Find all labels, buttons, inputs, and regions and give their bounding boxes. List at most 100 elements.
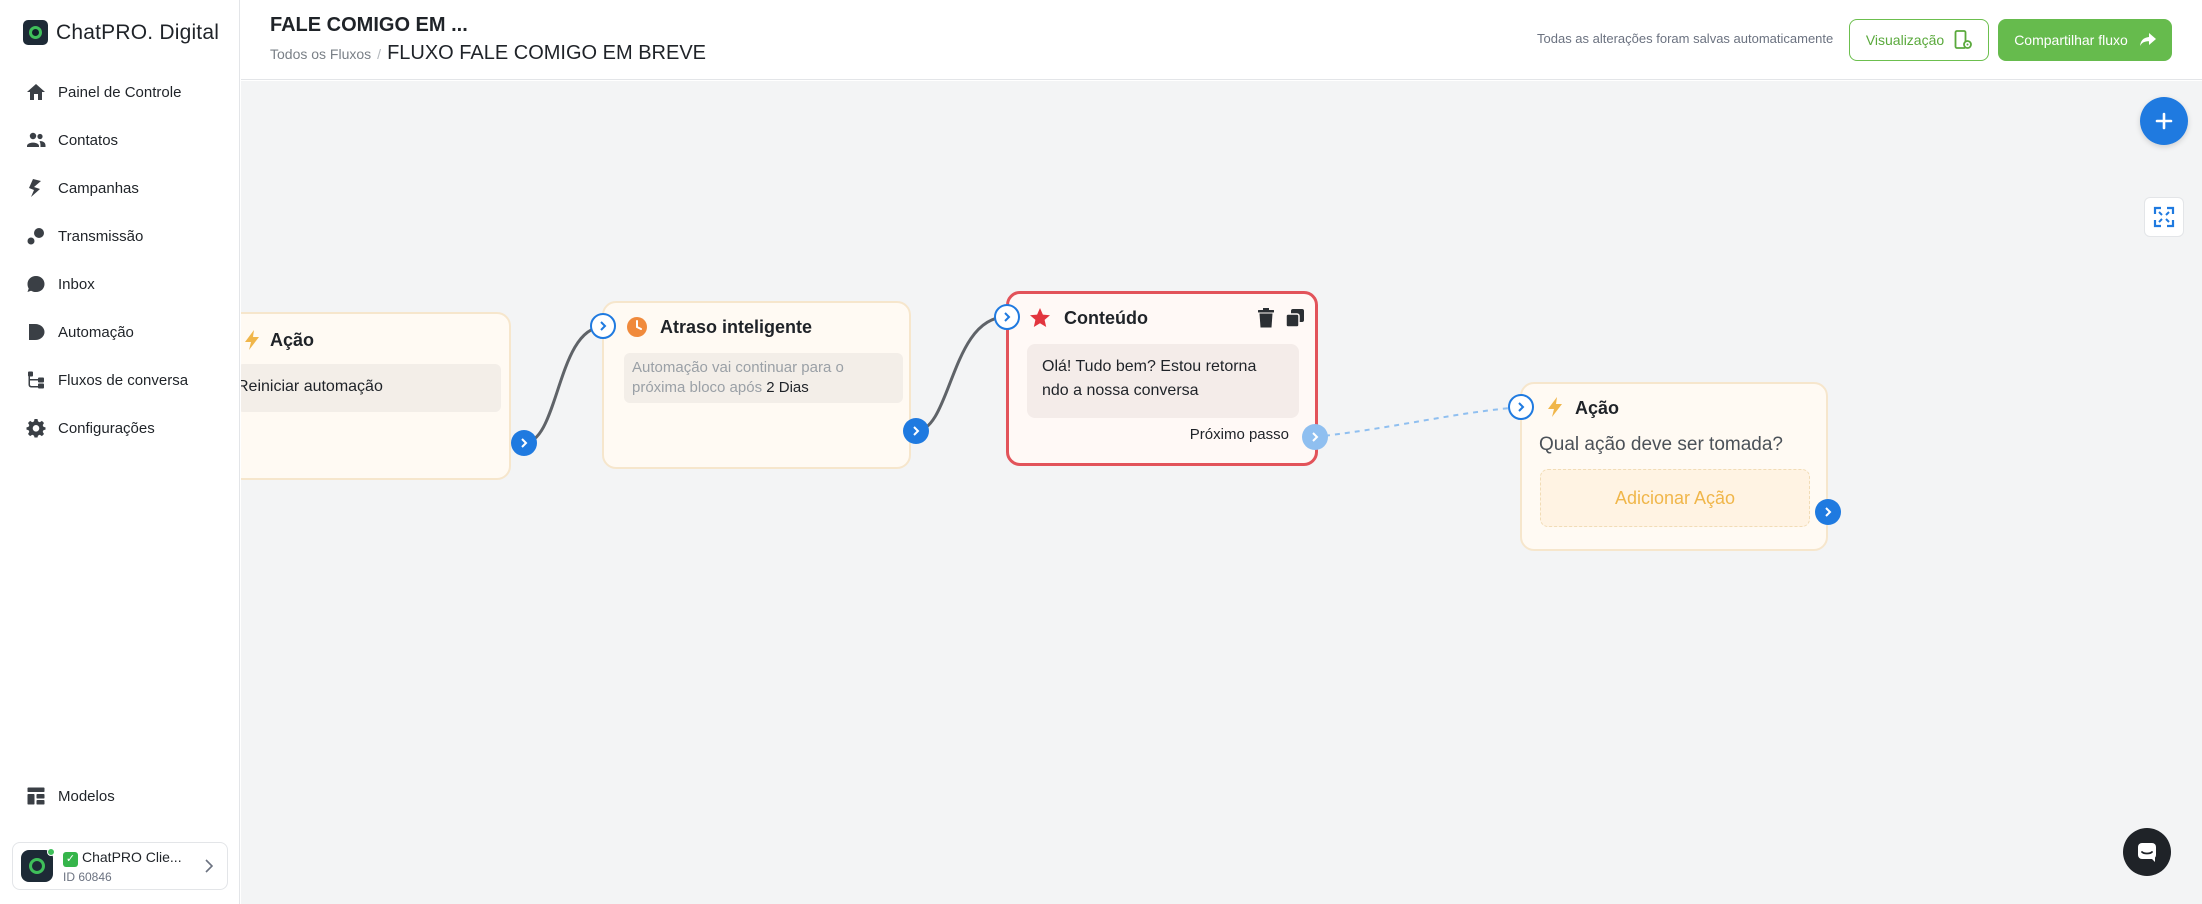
sidebar-item-painel[interactable]: Painel de Controle	[0, 68, 240, 116]
sidebar-item-transmissao[interactable]: Transmissão	[0, 212, 240, 260]
account-switcher[interactable]: ✓ ChatPRO Clie... ID 60846	[12, 842, 228, 890]
output-port[interactable]	[511, 430, 537, 456]
chevron-right-icon	[600, 321, 607, 331]
connection-content-to-action	[1314, 406, 1522, 438]
sidebar-item-fluxos[interactable]: Fluxos de conversa	[0, 356, 240, 404]
lightning-icon	[245, 330, 259, 350]
breadcrumb-separator: /	[377, 46, 382, 62]
action-value[interactable]: Reiniciar automação	[241, 364, 501, 412]
chevron-right-icon	[1825, 507, 1832, 517]
star-icon	[1030, 308, 1050, 327]
input-port[interactable]	[1508, 394, 1534, 420]
sidebar-bottom: Modelos	[0, 772, 240, 820]
chevron-right-icon	[1518, 402, 1525, 412]
home-icon	[26, 82, 46, 102]
gear-icon	[26, 418, 46, 438]
trash-icon[interactable]	[1257, 308, 1275, 328]
preview-button[interactable]: Visualização	[1849, 19, 1989, 61]
node-title: Atraso inteligente	[660, 317, 813, 337]
node-title: Ação	[1575, 398, 1620, 418]
breadcrumb-all-flows[interactable]: Todos os Fluxos	[270, 46, 371, 62]
add-action-button[interactable]: Adicionar Ação	[1540, 469, 1810, 527]
users-icon	[26, 130, 46, 150]
chevron-right-icon	[205, 859, 213, 873]
sidebar-item-inbox[interactable]: Inbox	[0, 260, 240, 308]
node-title: Ação	[270, 330, 315, 350]
templates-icon	[26, 786, 46, 806]
sidebar-item-automacao[interactable]: Automação	[0, 308, 240, 356]
account-info: ✓ ChatPRO Clie... ID 60846	[63, 849, 182, 884]
delay-description[interactable]: Automação vai continuar para o próxima b…	[624, 353, 903, 403]
autosave-status: Todas as alterações foram salvas automat…	[1537, 31, 1834, 46]
action-question: Qual ação deve ser tomada?	[1539, 434, 1783, 455]
output-port[interactable]	[1815, 499, 1841, 525]
breadcrumb: Todos os Fluxos / FLUXO FALE COMIGO EM B…	[270, 42, 706, 65]
broadcast-icon	[26, 226, 46, 246]
campaign-icon	[26, 178, 46, 198]
check-badge-icon: ✓	[63, 851, 78, 867]
avatar	[21, 848, 55, 882]
sidebar-item-label: Campanhas	[58, 179, 139, 197]
connections-layer	[523, 315, 1522, 445]
chat-support-icon	[2138, 843, 2156, 862]
smart-delay-node[interactable]: Atraso inteligente Automação vai continu…	[602, 301, 911, 469]
content-node[interactable]: Conteúdo Olá! Tudo bem? Estou retorna nd…	[1006, 291, 1318, 466]
flow-canvas[interactable]: Ação Reiniciar automação Atraso intelige…	[241, 81, 2202, 904]
account-id: ID 60846	[63, 869, 112, 884]
brand[interactable]: ChatPRO. Digital	[23, 20, 219, 45]
top-header: FALE COMIGO EM ... Todos os Fluxos / FLU…	[241, 0, 2202, 80]
sidebar-item-label: Transmissão	[58, 227, 144, 245]
fullscreen-button[interactable]	[2144, 197, 2184, 237]
plus-icon	[2155, 112, 2173, 130]
output-port[interactable]	[903, 418, 929, 444]
chevron-right-icon	[913, 426, 920, 436]
sidebar-item-configuracoes[interactable]: Configurações	[0, 404, 240, 452]
phone-settings-icon	[1954, 30, 1973, 49]
breadcrumb-current-flow[interactable]: FLUXO FALE COMIGO EM BREVE	[387, 42, 706, 65]
automation-icon	[26, 322, 46, 342]
chevron-right-icon	[1312, 432, 1319, 442]
delay-value: 2 Dias	[766, 379, 809, 396]
support-chat-button[interactable]	[2123, 828, 2171, 876]
account-name-text: ChatPRO Clie...	[82, 848, 182, 865]
chat-icon	[26, 274, 46, 294]
sidebar-item-label: Inbox	[58, 275, 95, 293]
flow-icon	[26, 370, 46, 390]
brand-logo-icon	[23, 20, 48, 45]
connection-action-to-delay	[523, 325, 604, 445]
chevron-right-icon	[521, 438, 528, 448]
sidebar-item-label: Configurações	[58, 419, 155, 437]
sidebar-item-contatos[interactable]: Contatos	[0, 116, 240, 164]
sidebar-item-label: Fluxos de conversa	[58, 371, 189, 389]
input-port[interactable]	[994, 304, 1020, 330]
online-status-dot	[47, 848, 55, 856]
action-node-empty[interactable]: Ação Qual ação deve ser tomada? Adiciona…	[1520, 382, 1828, 551]
next-step-label: Próximo passo	[1189, 426, 1289, 443]
brand-name: ChatPRO. Digital	[56, 20, 220, 44]
expand-icon	[2153, 206, 2175, 228]
sidebar-item-label: Contatos	[58, 131, 119, 149]
message-preview[interactable]: Olá! Tudo bem? Estou retorna ndo a nossa…	[1027, 344, 1299, 418]
page-title: FALE COMIGO EM ...	[270, 14, 468, 36]
sidebar: ChatPRO. Digital Painel de Controle Cont…	[0, 0, 240, 904]
sidebar-item-label: Automação	[58, 323, 134, 341]
lightning-icon	[1548, 397, 1562, 417]
sidebar-nav: Painel de Controle Contatos Campanhas Tr…	[0, 68, 240, 452]
preview-button-label: Visualização	[1865, 32, 1945, 48]
action-node-restart[interactable]: Ação Reiniciar automação	[241, 312, 511, 480]
chevron-right-icon	[1004, 312, 1011, 322]
sidebar-item-modelos[interactable]: Modelos	[0, 772, 240, 820]
share-flow-label: Compartilhar fluxo	[2014, 32, 2128, 48]
sidebar-item-campanhas[interactable]: Campanhas	[0, 164, 240, 212]
clock-icon	[627, 317, 647, 337]
sidebar-item-label: Painel de Controle	[58, 83, 182, 101]
next-step-output-port[interactable]	[1302, 424, 1328, 450]
share-flow-button[interactable]: Compartilhar fluxo	[1998, 19, 2172, 61]
share-arrow-icon	[2139, 33, 2156, 46]
sidebar-item-label: Modelos	[58, 787, 115, 805]
account-name: ✓ ChatPRO Clie...	[63, 849, 182, 867]
duplicate-icon[interactable]	[1285, 308, 1305, 328]
connection-delay-to-content	[915, 315, 1007, 433]
input-port[interactable]	[590, 313, 616, 339]
add-node-button[interactable]	[2140, 97, 2188, 145]
